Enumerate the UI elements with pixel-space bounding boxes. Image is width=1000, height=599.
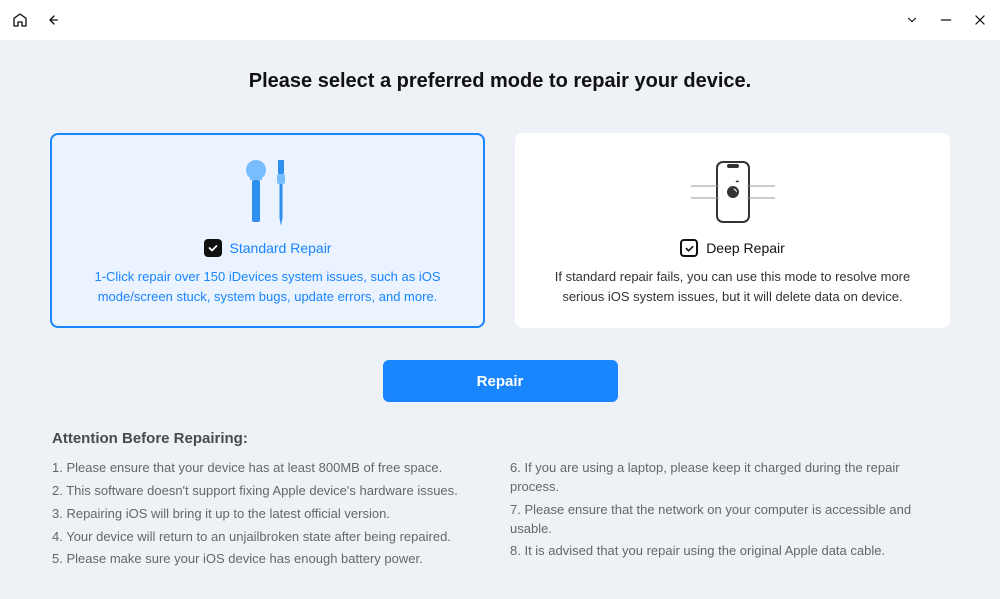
attention-section: Attention Before Repairing: 1. Please en… [0, 402, 1000, 573]
phone-icon [683, 155, 783, 229]
attention-item: 4. Your device will return to an unjailb… [52, 528, 490, 547]
attention-left-col: 1. Please ensure that your device has at… [52, 459, 490, 573]
standard-heading: Standard Repair [204, 239, 332, 257]
titlebar [0, 0, 1000, 40]
attention-title: Attention Before Repairing: [52, 430, 948, 447]
attention-item: 1. Please ensure that your device has at… [52, 459, 490, 478]
close-icon[interactable] [972, 12, 988, 28]
page-title: Please select a preferred mode to repair… [0, 70, 1000, 93]
standard-repair-description: 1-Click repair over 150 iDevices system … [80, 267, 455, 306]
home-icon[interactable] [12, 12, 28, 28]
attention-item: 5. Please make sure your iOS device has … [52, 550, 490, 569]
attention-item: 3. Repairing iOS will bring it up to the… [52, 505, 490, 524]
minimize-icon[interactable] [938, 12, 954, 28]
deep-repair-card[interactable]: Deep Repair If standard repair fails, yo… [515, 133, 950, 328]
attention-item: 8. It is advised that you repair using t… [510, 542, 948, 561]
deep-heading: Deep Repair [680, 239, 785, 257]
attention-item: 2. This software doesn't support fixing … [52, 482, 490, 501]
attention-item: 7. Please ensure that the network on you… [510, 501, 948, 539]
attention-item: 6. If you are using a laptop, please kee… [510, 459, 948, 497]
deep-repair-title: Deep Repair [706, 240, 785, 256]
tools-icon [238, 155, 298, 229]
chevron-down-icon[interactable] [904, 12, 920, 28]
content-area: Please select a preferred mode to repair… [0, 40, 1000, 599]
back-icon[interactable] [44, 12, 60, 28]
checkbox-checked-outline-icon [680, 239, 698, 257]
checkbox-checked-icon [204, 239, 222, 257]
mode-cards: Standard Repair 1-Click repair over 150 … [0, 133, 1000, 328]
titlebar-left [12, 12, 60, 28]
standard-repair-card[interactable]: Standard Repair 1-Click repair over 150 … [50, 133, 485, 328]
repair-button[interactable]: Repair [383, 360, 618, 402]
deep-repair-description: If standard repair fails, you can use th… [545, 267, 920, 306]
titlebar-right [904, 12, 988, 28]
standard-repair-title: Standard Repair [230, 240, 332, 256]
attention-right-col: 6. If you are using a laptop, please kee… [510, 459, 948, 573]
attention-lists: 1. Please ensure that your device has at… [52, 459, 948, 573]
